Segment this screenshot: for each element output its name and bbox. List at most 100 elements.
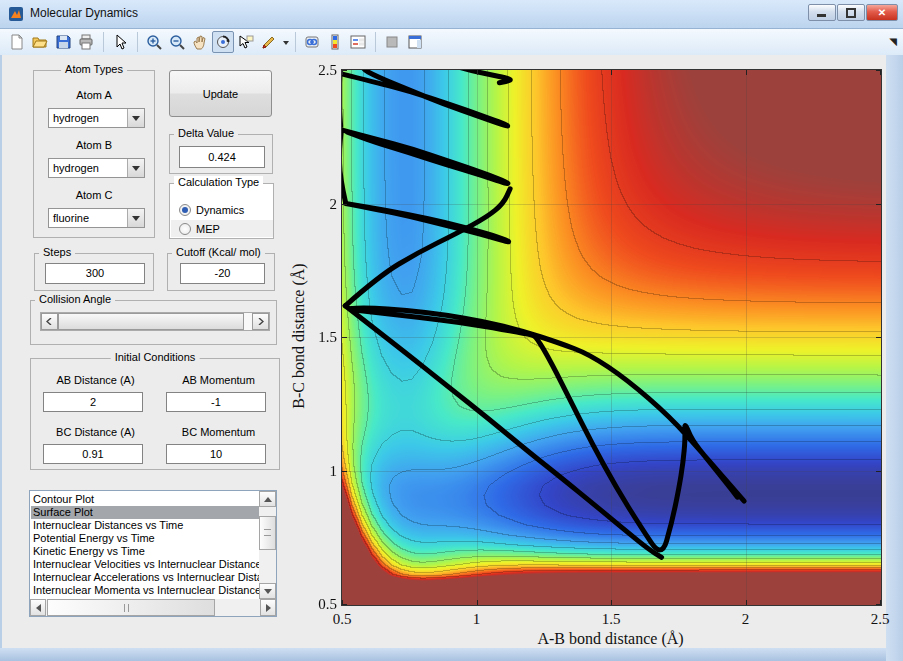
list-item[interactable]: Internuclear Velocities vs Internuclear …	[31, 558, 259, 571]
radio-mep-label: MEP	[196, 223, 220, 235]
init-label-1: AB Momentum	[166, 374, 271, 386]
x-tick-label: 0.5	[330, 611, 354, 628]
slider-left-arrow[interactable]	[41, 313, 58, 330]
delta-value-panel: Delta Value 0.424	[169, 134, 273, 174]
list-item[interactable]: Internuclear Momenta vs Internuclear Dis…	[31, 584, 259, 597]
y-tick-right	[876, 70, 881, 71]
atom-c-dropdown[interactable]: fluorine	[48, 208, 145, 228]
collision-angle-slider[interactable]	[40, 312, 270, 331]
toolbar-separator	[295, 32, 296, 52]
atom-b-label: Atom B	[34, 139, 154, 151]
brush-caret-icon[interactable]	[281, 31, 290, 53]
close-button[interactable]: ✕	[866, 4, 898, 21]
y-axis-label: B-C bond distance (Å)	[290, 263, 308, 408]
vertical-scrollbar[interactable]	[259, 491, 276, 599]
x-tick-top	[611, 70, 612, 75]
plot-area	[341, 69, 882, 606]
initial-conditions-title: Initial Conditions	[111, 351, 200, 363]
list-item[interactable]: Surface Plot	[31, 506, 259, 519]
y-tick-right	[876, 204, 881, 205]
radio-mep[interactable]	[179, 223, 191, 235]
dropdown-arrow-icon[interactable]	[127, 159, 144, 177]
list-item[interactable]: Contour Plot	[31, 493, 259, 506]
atom-b-dropdown[interactable]: hydrogen	[48, 158, 145, 178]
x-tick	[746, 600, 747, 605]
scroll-up-icon[interactable]	[259, 491, 276, 507]
list-item[interactable]: Potential Energy vs Time	[31, 532, 259, 545]
rotate-3d-icon[interactable]	[212, 31, 234, 53]
steps-panel: Steps 300	[34, 253, 154, 291]
x-tick-top	[746, 70, 747, 75]
init-field-2[interactable]: 0.91	[43, 444, 143, 464]
x-tick-label: 1.5	[599, 611, 623, 628]
steps-title: Steps	[39, 246, 75, 258]
slider-right-arrow[interactable]	[252, 313, 269, 330]
insert-legend-icon[interactable]	[347, 31, 369, 53]
cutoff-field[interactable]: -20	[180, 263, 265, 284]
scroll-left-icon[interactable]	[30, 599, 46, 616]
open-file-icon[interactable]	[29, 31, 51, 53]
delta-value-title: Delta Value	[174, 127, 238, 139]
brush-icon[interactable]	[258, 31, 280, 53]
minimize-button[interactable]	[808, 4, 836, 21]
list-item[interactable]: Kinetic Energy vs Time	[31, 545, 259, 558]
plot-type-listbox[interactable]: Contour PlotSurface PlotInternuclear Dis…	[29, 490, 277, 617]
y-tick-right	[876, 337, 881, 338]
collision-angle-title: Collision Angle	[35, 293, 115, 305]
scroll-down-icon[interactable]	[259, 583, 276, 599]
calculation-type-title: Calculation Type	[174, 176, 263, 188]
radio-dynamics-label: Dynamics	[196, 204, 244, 216]
maximize-button[interactable]	[837, 4, 865, 21]
toolbar-separator	[137, 32, 138, 52]
show-plot-tools-icon[interactable]	[404, 31, 426, 53]
radio-dynamics[interactable]	[179, 204, 191, 216]
toolbar-overflow-icon[interactable]: ◥	[889, 36, 897, 47]
save-icon[interactable]	[52, 31, 74, 53]
x-tick	[611, 600, 612, 605]
cutoff-title: Cutoff (Kcal/ mol)	[172, 246, 265, 258]
hide-plot-tools-icon[interactable]	[381, 31, 403, 53]
list-item[interactable]: Internuclear Distances vs Time	[31, 519, 259, 532]
calculation-type-panel: Calculation Type DynamicsMEP	[169, 183, 274, 239]
zoom-in-icon[interactable]	[143, 31, 165, 53]
init-field-3[interactable]: 10	[166, 444, 266, 464]
horizontal-scrollbar[interactable]	[30, 599, 276, 616]
update-button[interactable]: Update	[169, 70, 272, 117]
list-item[interactable]: Internuclear Accelerations vs Internucle…	[31, 571, 259, 584]
vscroll-thumb[interactable]	[259, 516, 276, 550]
x-tick-top	[477, 70, 478, 75]
delta-value-field[interactable]: 0.424	[179, 146, 265, 168]
init-field-0[interactable]: 2	[43, 392, 143, 412]
init-label-0: AB Distance (A)	[43, 374, 148, 386]
scroll-right-icon[interactable]	[260, 599, 276, 616]
data-cursor-icon[interactable]	[235, 31, 257, 53]
cutoff-panel: Cutoff (Kcal/ mol) -20	[167, 253, 275, 291]
atom-types-panel: Atom Types Atom AhydrogenAtom BhydrogenA…	[33, 70, 155, 238]
zoom-out-icon[interactable]	[166, 31, 188, 53]
x-tick	[477, 600, 478, 605]
y-tick	[342, 471, 347, 472]
x-tick-label: 1	[465, 611, 489, 628]
init-field-1[interactable]: -1	[166, 392, 266, 412]
insert-colorbar-icon[interactable]	[324, 31, 346, 53]
atom-a-dropdown[interactable]: hydrogen	[48, 108, 145, 128]
print-icon[interactable]	[75, 31, 97, 53]
y-tick	[342, 337, 347, 338]
dropdown-arrow-icon[interactable]	[127, 209, 144, 227]
title-bar: Molecular Dynamics ✕	[0, 0, 903, 29]
window-bottom-frame	[0, 648, 886, 661]
dropdown-arrow-icon[interactable]	[127, 109, 144, 127]
y-tick-label: 1	[309, 463, 337, 480]
hscroll-thumb[interactable]	[47, 599, 215, 616]
slider-thumb[interactable]	[58, 313, 244, 330]
potential-surface-plot[interactable]	[341, 69, 882, 606]
toolbar-separator	[375, 32, 376, 52]
new-file-icon[interactable]	[6, 31, 28, 53]
x-tick-label: 2	[734, 611, 758, 628]
init-label-3: BC Momentum	[166, 426, 271, 438]
link-plots-icon[interactable]	[301, 31, 323, 53]
pan-icon[interactable]	[189, 31, 211, 53]
steps-field[interactable]: 300	[45, 263, 145, 284]
cursor-icon[interactable]	[109, 31, 131, 53]
y-tick	[342, 204, 347, 205]
